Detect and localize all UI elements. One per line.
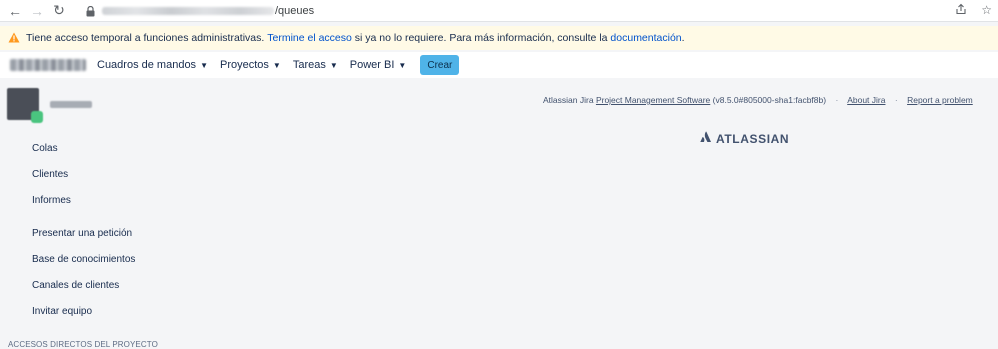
lock-icon (84, 5, 96, 17)
chevron-down-icon: ▼ (200, 60, 208, 70)
chevron-down-icon: ▼ (272, 60, 281, 70)
atlassian-logo[interactable]: ATLASSIAN (700, 130, 789, 148)
bookmark-star-icon[interactable]: ☆ (981, 3, 992, 18)
report-problem-link[interactable]: Report a problem (907, 95, 973, 105)
footer-prefix: Atlassian Jira (543, 95, 594, 105)
main-menu: Cuadros de mandos ▼ Proyectos ▼ Tareas ▼… (97, 55, 460, 75)
warning-icon (8, 32, 20, 44)
atlassian-wordmark: ATLASSIAN (716, 132, 790, 146)
browser-toolbar: ← → ↻ /queues ☆ (0, 0, 998, 22)
menu-power-bi-label: Power BI (349, 59, 395, 71)
menu-issues-label: Tareas (292, 59, 326, 71)
chevron-down-icon: ▼ (398, 60, 407, 70)
project-shortcuts-heading: ACCESOS DIRECTOS DEL PROYECTO (8, 340, 158, 349)
chevron-down-icon: ▼ (329, 60, 338, 70)
sidebar-item-raise-request[interactable]: Presentar una petición (32, 228, 132, 239)
end-access-link[interactable]: Termine el acceso (267, 32, 352, 44)
banner-text-start: Tiene acceso temporal a funciones admini… (26, 32, 265, 44)
back-icon[interactable]: ← (4, 0, 26, 22)
create-button[interactable]: Crear (420, 55, 460, 75)
menu-issues[interactable]: Tareas ▼ (293, 59, 338, 71)
menu-projects-label: Proyectos (219, 59, 269, 71)
sidebar-item-reports[interactable]: Informes (32, 195, 71, 206)
jira-header: Cuadros de mandos ▼ Proyectos ▼ Tareas ▼… (0, 52, 998, 78)
reload-icon[interactable]: ↻ (48, 0, 70, 22)
avatar-badge (31, 111, 43, 123)
documentation-link[interactable]: documentación (610, 32, 681, 44)
address-bar[interactable]: /queues (84, 2, 964, 20)
about-jira-link[interactable]: About Jira (847, 95, 885, 105)
banner-text-end: . (681, 32, 685, 44)
project-name-redacted[interactable] (50, 101, 92, 108)
menu-projects[interactable]: Proyectos ▼ (220, 59, 281, 71)
sidebar-item-knowledge-base[interactable]: Base de conocimientos (32, 254, 135, 265)
url-host-redacted (102, 7, 274, 15)
site-logo[interactable] (10, 59, 86, 71)
footer-info: Atlassian Jira Project Management Softwa… (543, 95, 973, 105)
share-icon[interactable] (955, 3, 967, 18)
menu-dashboards[interactable]: Cuadros de mandos ▼ (97, 59, 208, 71)
sidebar-item-customers[interactable]: Clientes (32, 169, 68, 180)
sidebar-item-queues[interactable]: Colas (32, 143, 58, 154)
admin-warning-banner: Tiene acceso temporal a funciones admini… (0, 26, 998, 50)
atlassian-mark-icon (700, 130, 712, 148)
forward-icon[interactable]: → (26, 0, 48, 22)
pm-software-link[interactable]: Project Management Software (596, 95, 710, 105)
sidebar-item-customer-channels[interactable]: Canales de clientes (32, 280, 119, 291)
footer-version: (v8.5.0#805000-sha1:facbf8b) (712, 95, 827, 105)
project-sidebar: Colas Clientes Informes Presentar una pe… (0, 80, 280, 349)
footer-separator: · (894, 95, 898, 105)
sidebar-item-invite-team[interactable]: Invitar equipo (32, 306, 92, 317)
menu-dashboards-label: Cuadros de mandos (97, 59, 197, 71)
url-path: /queues (275, 5, 315, 17)
footer-separator: · (835, 95, 839, 105)
banner-text-middle: si ya no lo requiere. Para más informaci… (354, 32, 608, 44)
menu-power-bi[interactable]: Power BI ▼ (350, 59, 407, 71)
